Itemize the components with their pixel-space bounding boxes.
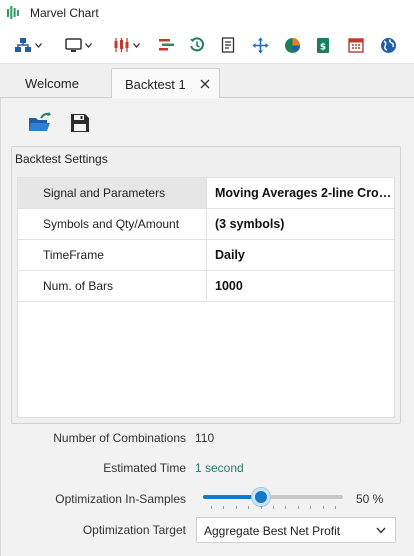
slider-tick (323, 506, 324, 509)
bars-list-button[interactable] (158, 34, 175, 56)
slider-tick (223, 506, 224, 509)
slider-tick (298, 506, 299, 509)
calendar-icon (348, 38, 364, 53)
globe-icon (381, 37, 396, 53)
monitor-icon (65, 37, 82, 52)
monitor-button[interactable] (65, 34, 92, 56)
estimated-time-value: 1 second (195, 461, 244, 475)
pie-chart-button[interactable] (284, 34, 301, 56)
open-button[interactable] (28, 112, 52, 134)
svg-text:$: $ (320, 42, 326, 52)
close-icon[interactable] (199, 78, 211, 90)
app-logo-icon (7, 6, 19, 19)
chevron-down-icon (376, 527, 386, 534)
in-samples-slider[interactable] (203, 488, 343, 506)
settings-row-num-bars[interactable]: Num. of Bars 1000 (18, 271, 394, 302)
document-tabs: Welcome Backtest 1 (0, 64, 414, 99)
save-button[interactable] (69, 112, 93, 134)
row-label: TimeFrame (18, 240, 207, 270)
dollar-book-button[interactable]: $ (316, 34, 330, 56)
calendar-button[interactable] (348, 34, 364, 56)
row-value[interactable]: Daily (208, 240, 394, 270)
settings-row-timeframe[interactable]: TimeFrame Daily (18, 240, 394, 271)
chevron-down-icon (133, 42, 140, 48)
history-button[interactable] (189, 34, 205, 56)
select-value: Aggregate Best Net Profit (204, 524, 341, 538)
tab-backtest-label: Backtest 1 (125, 76, 186, 92)
settings-row-symbols[interactable]: Symbols and Qty/Amount (3 symbols) (18, 209, 394, 240)
candlestick-icon (114, 38, 129, 52)
history-icon (190, 37, 204, 52)
chevron-down-icon (35, 42, 42, 48)
slider-tick (310, 506, 311, 509)
slider-tick (273, 506, 274, 509)
slider-tick (211, 506, 212, 509)
move-button[interactable] (252, 34, 269, 56)
bars-list-icon (159, 39, 174, 51)
document-button[interactable] (221, 34, 235, 56)
slider-thumb[interactable] (252, 488, 270, 506)
chevron-down-icon (85, 42, 92, 48)
main-toolbar: $ (0, 26, 414, 64)
tab-backtest-1[interactable]: Backtest 1 (111, 68, 220, 99)
slider-tick (285, 506, 286, 509)
network-button[interactable] (14, 34, 42, 56)
slider-ticks (203, 506, 343, 510)
group-title: Backtest Settings (15, 152, 108, 166)
estimated-time-label: Estimated Time (103, 461, 186, 475)
row-value[interactable]: 1000 (208, 271, 394, 301)
slider-tick (335, 506, 336, 509)
combinations-value: 110 (195, 431, 215, 445)
tab-welcome[interactable]: Welcome (25, 68, 79, 99)
tab-welcome-label: Welcome (25, 76, 79, 91)
title-bar: Marvel Chart (0, 0, 414, 26)
save-icon (71, 114, 89, 132)
move-icon (252, 37, 269, 53)
row-label: Num. of Bars (18, 271, 207, 301)
slider-tick (261, 506, 262, 509)
slider-tick (248, 506, 249, 509)
row-label: Signal and Parameters (18, 178, 207, 208)
in-samples-label: Optimization In-Samples (55, 492, 186, 506)
open-folder-icon (29, 112, 51, 131)
in-samples-value: 50 % (356, 492, 384, 506)
optimization-target-select[interactable]: Aggregate Best Net Profit (196, 517, 396, 543)
pie-chart-icon (285, 37, 301, 53)
settings-grid: Signal and Parameters Moving Averages 2-… (17, 177, 395, 418)
settings-row-signal[interactable]: Signal and Parameters Moving Averages 2-… (18, 178, 394, 209)
document-icon (221, 37, 235, 53)
row-value[interactable]: (3 symbols) (208, 209, 394, 239)
window-title: Marvel Chart (30, 6, 99, 20)
row-label: Symbols and Qty/Amount (18, 209, 207, 239)
dollar-book-icon: $ (317, 37, 329, 53)
network-icon (15, 38, 31, 52)
slider-tick (236, 506, 237, 509)
combinations-label: Number of Combinations (53, 431, 186, 445)
globe-button[interactable] (380, 34, 397, 56)
optimization-target-label: Optimization Target (82, 523, 186, 537)
candlestick-button[interactable] (113, 34, 140, 56)
row-value[interactable]: Moving Averages 2-line Crossover (208, 178, 394, 208)
